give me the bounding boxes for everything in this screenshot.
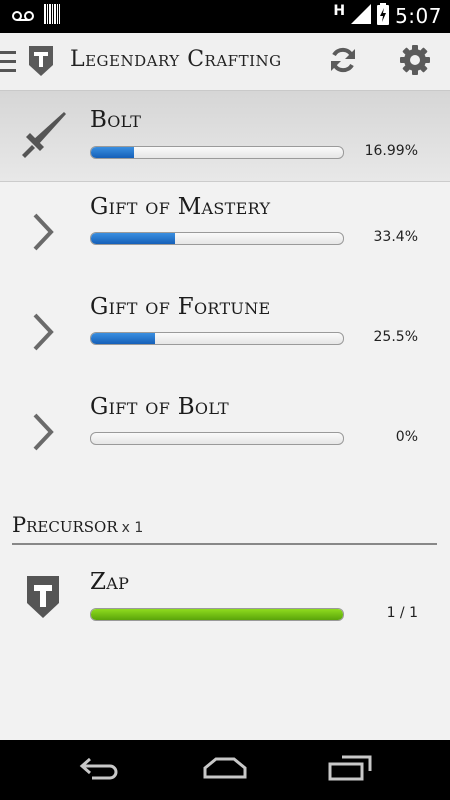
progress-percent: 0% bbox=[395, 429, 418, 445]
progress-bar bbox=[90, 608, 344, 621]
voicemail-icon bbox=[12, 7, 34, 26]
list-item[interactable]: Gift of Bolt 0% bbox=[0, 382, 450, 482]
progress-fill bbox=[91, 147, 134, 158]
shield-icon bbox=[18, 572, 68, 622]
barcode-icon bbox=[44, 4, 60, 28]
battery-charging-icon bbox=[377, 3, 390, 29]
progress-bar bbox=[90, 432, 344, 445]
list-item-main[interactable]: Bolt 16.99% bbox=[0, 91, 450, 182]
shield-logo-icon[interactable] bbox=[28, 45, 54, 77]
refresh-button[interactable] bbox=[323, 42, 363, 82]
item-name: Gift of Mastery bbox=[90, 194, 271, 220]
list-item[interactable]: Gift of Fortune 25.5% bbox=[0, 282, 450, 382]
back-button[interactable] bbox=[70, 752, 130, 788]
progress-fill bbox=[91, 609, 343, 620]
network-type-label: H bbox=[333, 3, 346, 19]
item-name: Gift of Bolt bbox=[90, 394, 229, 420]
crafting-list: Bolt 16.99% Gift of Mastery 33.4% Gift o… bbox=[0, 91, 450, 482]
navigation-bar bbox=[0, 740, 450, 800]
progress-count: 1 / 1 bbox=[386, 605, 418, 621]
item-name: Bolt bbox=[90, 107, 142, 133]
recent-apps-icon bbox=[328, 755, 372, 785]
precursor-section-header: Precursor x 1 bbox=[12, 513, 437, 545]
section-title: Precursor bbox=[12, 513, 118, 537]
refresh-icon bbox=[328, 45, 358, 79]
section-count: x 1 bbox=[121, 520, 144, 536]
progress-percent: 25.5% bbox=[373, 329, 418, 345]
settings-icon bbox=[399, 44, 431, 80]
status-bar: H 5:07 bbox=[0, 0, 450, 33]
home-button[interactable] bbox=[195, 752, 255, 788]
progress-bar bbox=[90, 232, 344, 245]
sword-icon bbox=[18, 109, 68, 159]
precursor-item[interactable]: Zap 1 / 1 bbox=[0, 560, 450, 660]
progress-percent: 33.4% bbox=[373, 229, 418, 245]
signal-icon bbox=[351, 4, 372, 28]
item-name: Zap bbox=[90, 569, 130, 595]
item-name: Gift of Fortune bbox=[90, 294, 271, 320]
action-bar: Legendary Crafting bbox=[0, 33, 450, 91]
list-item[interactable]: Gift of Mastery 33.4% bbox=[0, 182, 450, 282]
menu-icon[interactable] bbox=[0, 51, 16, 73]
settings-button[interactable] bbox=[395, 42, 435, 82]
recent-apps-button[interactable] bbox=[320, 752, 380, 788]
back-icon bbox=[78, 756, 122, 784]
progress-bar bbox=[90, 146, 344, 159]
status-time: 5:07 bbox=[395, 4, 442, 28]
chevron-right-icon bbox=[18, 307, 68, 357]
chevron-right-icon bbox=[18, 407, 68, 457]
progress-fill bbox=[91, 233, 176, 244]
progress-bar bbox=[90, 332, 344, 345]
progress-percent: 16.99% bbox=[364, 143, 418, 159]
app-title: Legendary Crafting bbox=[70, 47, 282, 72]
progress-fill bbox=[91, 333, 156, 344]
home-icon bbox=[202, 756, 248, 784]
chevron-right-icon bbox=[18, 207, 68, 257]
